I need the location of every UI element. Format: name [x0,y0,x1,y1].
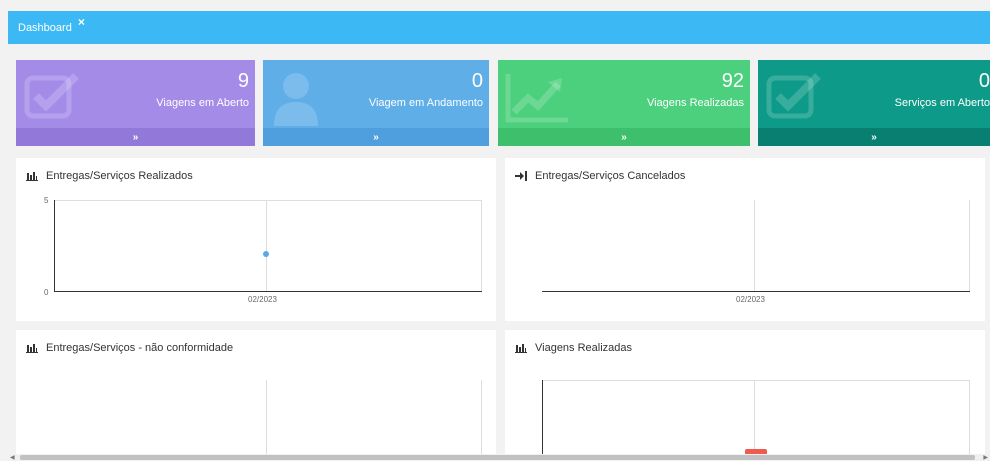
card-label: Serviços em Aberto [894,97,990,109]
plot-border-right [481,200,482,292]
panel-entregas-cancelados: Entregas/Serviços Cancelados 02/2023 [505,158,985,321]
panel-title-text: Entregas/Serviços - não conformidade [46,342,234,354]
top-tab-bar: Dashboard × [8,11,990,44]
panel-title: Entregas/Serviços - não conformidade [26,342,233,354]
card-servicos-em-aberto[interactable]: 0 Serviços em Aberto » [758,60,990,146]
plot-border-top [54,200,482,201]
card-body: 9 Viagens em Aberto [16,60,255,128]
y-tick-bottom: 0 [44,288,49,297]
card-value: 92 [721,70,744,92]
card-footer[interactable]: » [263,128,489,146]
chart-plot-area [542,200,970,292]
card-body: 0 Serviços em Aberto [758,60,990,128]
card-footer[interactable]: » [498,128,750,146]
tab-dashboard[interactable]: Dashboard × [8,11,95,44]
y-axis [542,380,543,454]
gridline [266,200,267,292]
checkbox-icon [766,73,821,119]
double-chevron-right-icon: » [373,131,379,143]
panel-title-text: Entregas/Serviços Cancelados [535,170,686,182]
sign-in-icon [515,171,527,181]
scrollbar-thumb[interactable] [20,455,975,460]
card-value: 0 [978,70,990,92]
close-icon[interactable]: × [78,15,85,29]
card-label: Viagens Realizadas [646,97,744,109]
trend-icon [505,74,568,123]
panel-title: Entregas/Serviços Cancelados [515,170,685,182]
card-value: 0 [471,70,483,92]
bar-chart-icon [26,344,38,353]
plot-border-right [969,200,970,292]
panel-entregas-nao-conformidade: Entregas/Serviços - não conformidade [16,330,496,454]
x-tick-label: 02/2023 [736,295,765,304]
panel-title-text: Entregas/Serviços Realizados [46,170,193,182]
card-viagens-em-aberto[interactable]: 9 Viagens em Aberto » [16,60,255,146]
bar-chart-icon [515,344,527,353]
card-label: Viagens em Aberto [156,97,249,109]
plot-border-right [481,380,482,454]
scroll-left-icon[interactable]: ◀ [10,454,15,461]
plot-border-right [969,380,970,454]
card-viagem-em-andamento[interactable]: 0 Viagem em Andamento » [263,60,489,146]
plot-border-top [542,380,970,381]
card-value: 9 [237,70,249,92]
card-viagens-realizadas[interactable]: 92 Viagens Realizadas » [498,60,750,146]
x-axis [542,291,970,292]
double-chevron-right-icon: » [132,131,139,143]
card-label: Viagem em Andamento [368,97,483,109]
double-chevron-right-icon: » [871,131,877,143]
user-icon [274,73,318,126]
panel-title: Entregas/Serviços Realizados [26,170,193,182]
chart-plot-area [54,380,482,454]
tab-label: Dashboard [18,21,72,34]
scroll-right-icon[interactable]: ▶ [983,454,988,461]
horizontal-scrollbar[interactable]: ◀ ▶ [8,454,990,461]
gridline [266,380,267,454]
chart-plot-area [54,200,482,292]
gridline [754,200,755,292]
card-footer[interactable]: » [758,128,990,146]
chart-plot-area [542,380,970,454]
data-point [263,251,269,257]
y-tick-top: 5 [44,196,49,205]
bar-chart-icon [26,172,38,181]
panel-title-text: Viagens Realizadas [535,342,633,354]
x-axis [54,291,482,292]
gridline [754,380,755,454]
card-body: 0 Viagem em Andamento [263,60,489,128]
checkbox-icon [24,73,79,119]
double-chevron-right-icon: » [621,131,627,143]
card-footer[interactable]: » [16,128,255,146]
card-body: 92 Viagens Realizadas [498,60,750,128]
panel-title: Viagens Realizadas [515,342,632,354]
panel-viagens-realizadas: Viagens Realizadas [505,330,985,454]
panel-entregas-realizados: Entregas/Serviços Realizados 5 0 02/2023 [16,158,496,321]
x-tick-label: 02/2023 [248,295,277,304]
y-axis [54,200,55,292]
